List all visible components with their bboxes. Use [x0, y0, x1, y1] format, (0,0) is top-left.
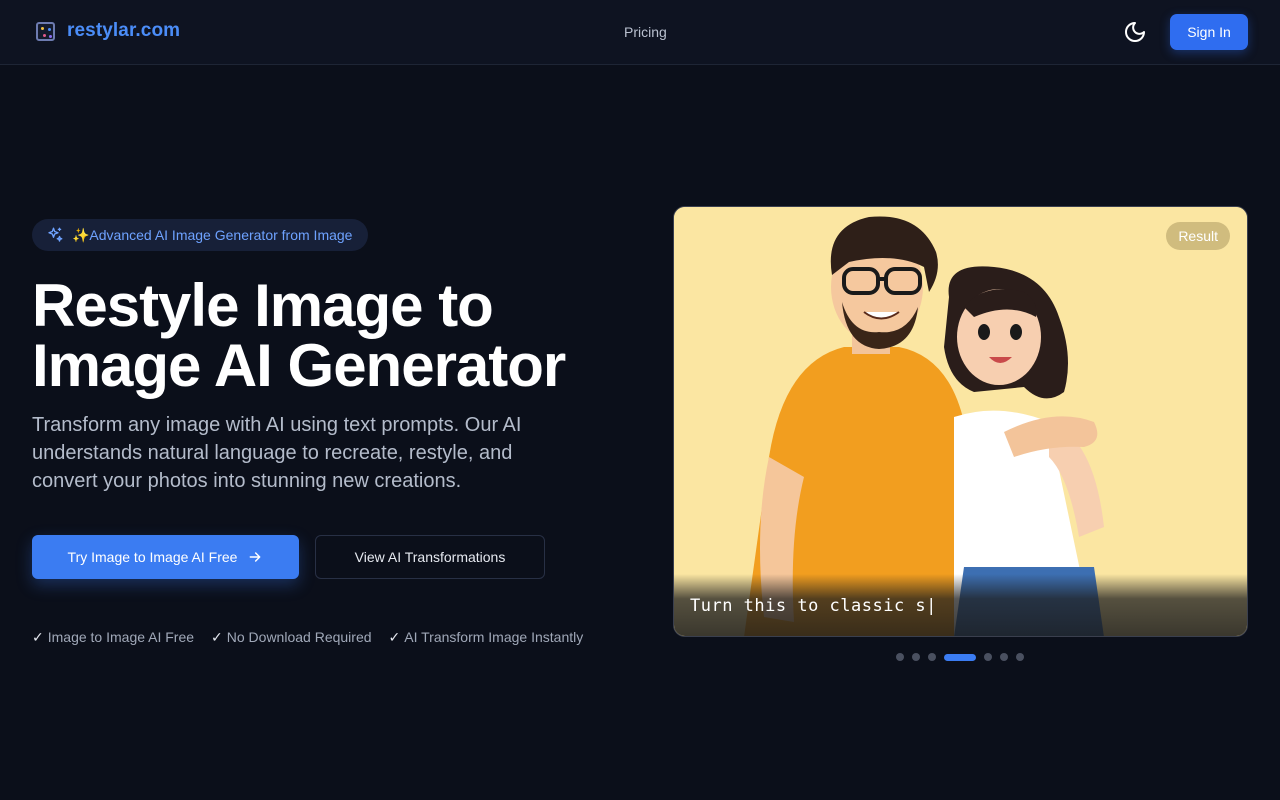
- feature-item: ✓ No Download Required: [211, 629, 372, 645]
- feature-item: ✓ Image to Image AI Free: [32, 629, 195, 645]
- hero-title-line-1: Restyle Image to: [32, 272, 494, 339]
- brand-name: restylar.com: [67, 20, 181, 41]
- try-free-button-label: Try Image to Image AI Free: [67, 549, 238, 565]
- carousel-dot[interactable]: [896, 653, 904, 661]
- hero-description: Transform any image with AI using text p…: [32, 414, 522, 492]
- theme-toggle-button[interactable]: [1123, 20, 1147, 44]
- feature-list: ✓ Image to Image AI Free ✓ No Download Req…: [32, 629, 583, 646]
- result-badge: Result: [1166, 222, 1230, 250]
- try-free-button[interactable]: Try Image to Image AI Free: [32, 535, 299, 579]
- carousel-dot[interactable]: [912, 653, 920, 661]
- view-transformations-button[interactable]: View AI Transformations: [315, 535, 545, 579]
- top-header: restylar.com Pricing Sign In: [0, 0, 1280, 65]
- sign-in-button[interactable]: Sign In: [1170, 14, 1248, 50]
- hero-badge-text: ✨Advanced AI Image Generator from Image: [72, 226, 353, 243]
- nav-pricing-link[interactable]: Pricing: [624, 24, 667, 40]
- check-icon: ✓: [211, 629, 223, 645]
- sparkles-icon: [48, 227, 63, 242]
- carousel-dot-active[interactable]: [944, 653, 976, 661]
- arrow-right-icon: [250, 552, 261, 562]
- hero-title-line-2: Image AI Generator: [32, 332, 566, 399]
- prompt-overlay: Turn this to classic s|: [674, 574, 1247, 636]
- feature-item: ✓ AI Transform Image Instantly: [388, 629, 584, 645]
- check-icon: ✓: [32, 629, 44, 645]
- result-illustration: [674, 207, 1247, 636]
- carousel-dot[interactable]: [928, 653, 936, 661]
- hero-title: Restyle Image to Image AI Generator: [32, 276, 652, 396]
- logo-icon: [36, 21, 55, 41]
- carousel-dot[interactable]: [984, 653, 992, 661]
- brand-logo[interactable]: restylar.com: [36, 20, 180, 42]
- carousel-dot[interactable]: [1000, 653, 1008, 661]
- check-icon: ✓: [388, 629, 401, 645]
- moon-icon: [1125, 22, 1145, 42]
- carousel-dot[interactable]: [1016, 653, 1024, 661]
- showcase-card: Result Turn this to classic s|: [673, 206, 1248, 637]
- carousel-dots: [896, 653, 1024, 661]
- hero-badge: ✨Advanced AI Image Generator from Image: [32, 219, 369, 251]
- prompt-text: Turn this to classic s|: [690, 596, 937, 616]
